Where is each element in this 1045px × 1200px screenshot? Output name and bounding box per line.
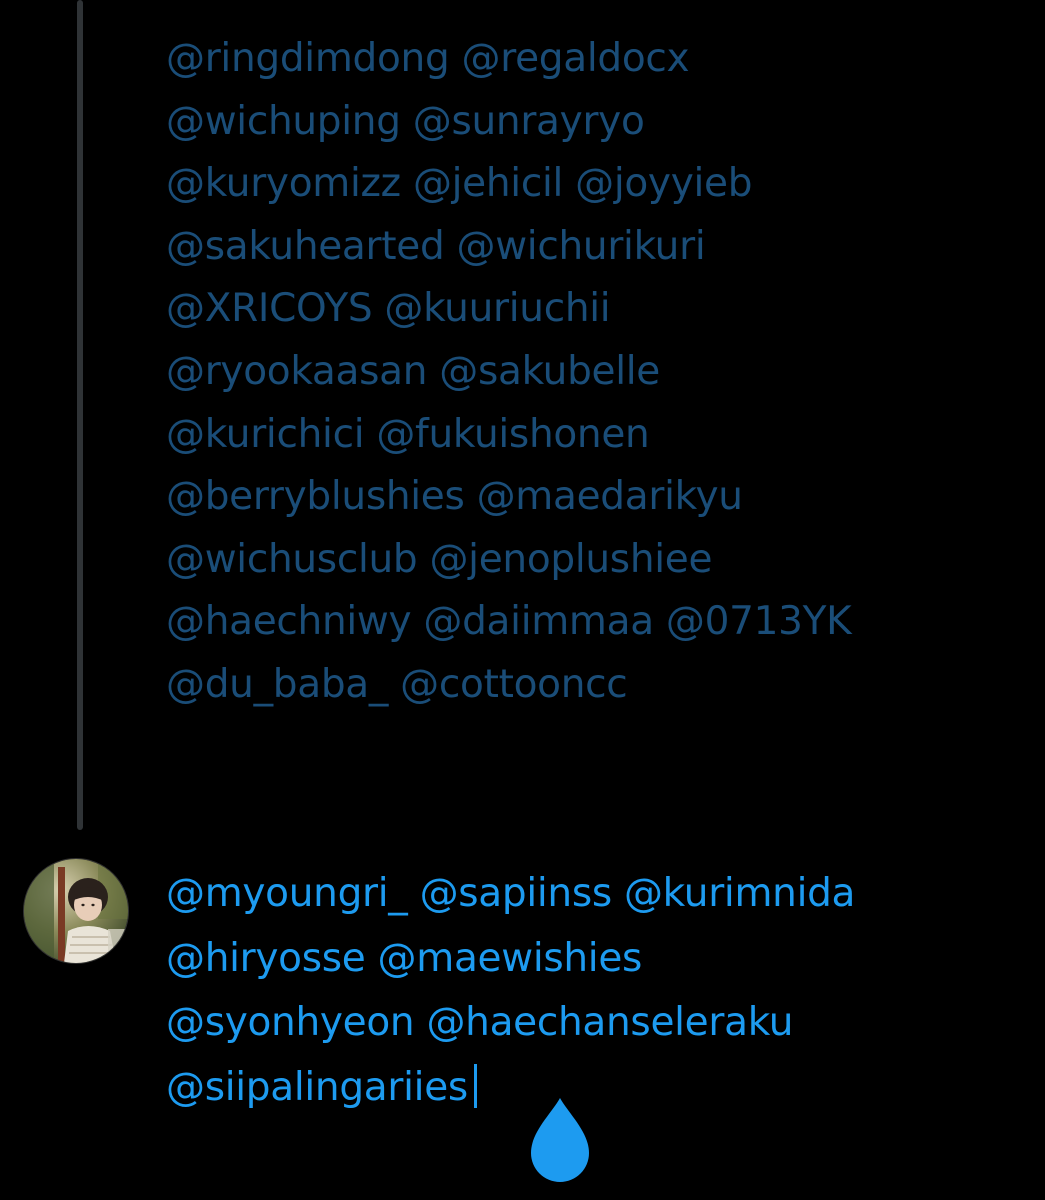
text-cursor: [473, 1063, 477, 1108]
reply-mention-line-last[interactable]: @siipalingariies: [166, 1056, 1041, 1121]
mention-line[interactable]: @berryblushies @maedarikyu: [166, 466, 1036, 529]
mention-line[interactable]: @kurichici @fukuishonen: [166, 404, 1036, 467]
previous-tweet-text: @ringdimdong @regaldocx @wichuping @sunr…: [166, 28, 1036, 717]
mention-line[interactable]: @wichusclub @jenoplushiee: [166, 529, 1036, 592]
mention-line[interactable]: @wichuping @sunrayryo: [166, 91, 1036, 154]
user-avatar[interactable]: [23, 858, 129, 964]
mention-line[interactable]: @ryookaasan @sakubelle: [166, 341, 1036, 404]
reply-compose-field[interactable]: @myoungri_ @sapiinss @kurimnida @hiryoss…: [166, 862, 1041, 1120]
text-selection-handle-icon[interactable]: [525, 1098, 595, 1184]
mention-line[interactable]: @du_baba_ @cottooncc: [166, 654, 1036, 717]
reply-mention-text[interactable]: @siipalingariies: [166, 1065, 468, 1110]
mention-line[interactable]: @XRICOYS @kuuriuchii: [166, 278, 1036, 341]
reply-mention-line[interactable]: @hiryosse @maewishies: [166, 927, 1041, 992]
thread-connector-line: [77, 0, 83, 830]
mention-line[interactable]: @haechniwy @daiimmaa @0713YK: [166, 591, 1036, 654]
reply-mention-line[interactable]: @myoungri_ @sapiinss @kurimnida: [166, 862, 1041, 927]
avatar-photo: [24, 859, 128, 963]
reply-mention-line[interactable]: @syonhyeon @haechanseleraku: [166, 991, 1041, 1056]
cursor-handle-shape: [531, 1098, 589, 1182]
mention-line[interactable]: @ringdimdong @regaldocx: [166, 28, 1036, 91]
mention-line[interactable]: @sakuhearted @wichurikuri: [166, 216, 1036, 279]
mention-line[interactable]: @kuryomizz @jehicil @joyyieb: [166, 153, 1036, 216]
